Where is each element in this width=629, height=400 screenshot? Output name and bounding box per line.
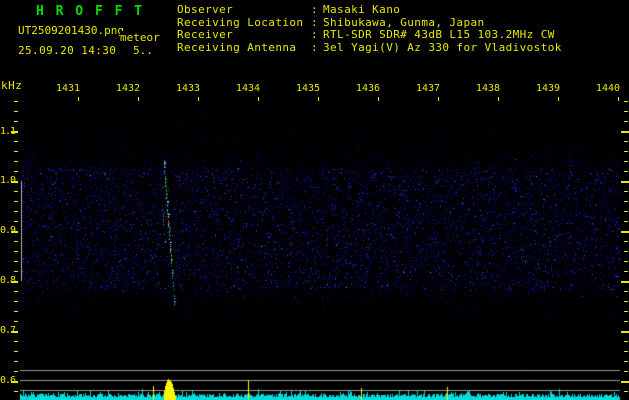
freq-tick-left <box>14 191 18 192</box>
freq-tick-left <box>11 231 18 233</box>
info-colon: : <box>311 3 319 16</box>
freq-tick-left <box>14 351 18 352</box>
freq-tick-label: 0.6 <box>0 375 16 386</box>
freq-tick-left <box>11 181 18 183</box>
info-label: Receiver <box>177 28 234 41</box>
freq-tick-label: 1.0 <box>0 175 16 186</box>
freq-tick-left <box>14 121 18 122</box>
freq-tick-left <box>14 221 18 222</box>
freq-tick-right <box>621 331 629 333</box>
freq-tick-label: 0.7 <box>0 325 16 336</box>
freq-tick-right <box>624 271 628 272</box>
freq-tick-left <box>14 241 18 242</box>
info-value: 3el Yagi(V) Az 330 for Vladivostok <box>323 40 562 54</box>
info-value: RTL-SDR SDR# 43dB L15 103.2MHz CW <box>323 28 555 41</box>
info-row: Observer: Masaki Kano <box>177 3 562 17</box>
progress-counter: 5.. <box>133 44 153 57</box>
freq-tick-right <box>624 171 628 172</box>
freq-tick-left <box>14 361 18 362</box>
freq-tick-right <box>624 371 628 372</box>
freq-tick-right <box>624 301 628 302</box>
time-tick-label: 1437 <box>416 83 441 94</box>
freq-tick-right <box>624 391 628 392</box>
freq-tick-left <box>11 381 18 383</box>
app-title: H R O F F T <box>36 4 145 19</box>
freq-tick-left <box>14 311 18 312</box>
time-tick-label: 1436 <box>356 83 381 94</box>
time-tick-label: 1439 <box>536 83 561 94</box>
freq-tick-left <box>14 111 18 112</box>
freq-tick-right <box>624 101 628 102</box>
khz-unit-label: kHz <box>1 79 23 92</box>
freq-tick-left <box>14 101 18 102</box>
freq-tick-label: 1.1 <box>0 126 16 137</box>
info-colon: : <box>311 40 319 54</box>
freq-tick-label: 0.9 <box>0 225 16 236</box>
freq-tick-right <box>624 201 628 202</box>
freq-tick-left <box>14 321 18 322</box>
freq-tick-right <box>624 121 628 122</box>
hrofft-screen: H R O F F T UT2509201430.png meteor 25.0… <box>0 0 629 400</box>
time-tick-label: 1438 <box>476 83 501 94</box>
freq-tick-left <box>14 261 18 262</box>
freq-tick-left <box>14 211 18 212</box>
freq-tick-left <box>14 141 18 142</box>
freq-tick-left <box>14 161 18 162</box>
freq-tick-right <box>624 351 628 352</box>
freq-tick-left <box>14 371 18 372</box>
time-tick-label: 1431 <box>56 83 81 94</box>
freq-tick-right <box>624 111 628 112</box>
info-row: Receiving Antenna:3el Yagi(V) Az 330 for… <box>177 40 562 55</box>
time-tick-label: 1440 <box>596 83 621 94</box>
info-colon: : <box>311 28 319 41</box>
freq-tick-right <box>624 211 628 212</box>
time-tick-label: 1434 <box>236 83 261 94</box>
freq-tick-right <box>624 261 628 262</box>
freq-tick-left <box>11 281 18 283</box>
info-value: Masaki Kano <box>323 3 401 16</box>
freq-tick-left <box>14 291 18 292</box>
freq-tick-right <box>624 321 628 322</box>
freq-tick-right <box>621 381 629 383</box>
freq-tick-left <box>14 341 18 342</box>
freq-tick-left <box>14 201 18 202</box>
freq-tick-left <box>14 271 18 272</box>
freq-tick-right <box>624 221 628 222</box>
freq-tick-left <box>14 171 18 172</box>
datetime-label: 25.09.20 14:30 <box>18 44 117 57</box>
time-tick-label: 1433 <box>176 83 201 94</box>
freq-tick-right <box>624 251 628 252</box>
spectrogram-canvas <box>20 97 622 400</box>
freq-tick-right <box>624 361 628 362</box>
info-row: Receiver: RTL-SDR SDR# 43dB L15 103.2MHz … <box>177 28 562 42</box>
freq-tick-right <box>624 151 628 152</box>
freq-tick-left <box>14 251 18 252</box>
freq-tick-left <box>11 331 18 333</box>
freq-tick-left <box>14 151 18 152</box>
time-tick-label: 1432 <box>116 83 141 94</box>
freq-tick-right <box>624 161 628 162</box>
info-label: Observer <box>177 3 234 16</box>
freq-tick-right <box>621 131 629 133</box>
freq-tick-right <box>624 191 628 192</box>
freq-tick-right <box>624 241 628 242</box>
output-filename: UT2509201430.png <box>18 24 124 37</box>
freq-tick-right <box>624 341 628 342</box>
freq-tick-left <box>14 391 18 392</box>
freq-tick-label: 0.8 <box>0 275 16 286</box>
freq-tick-right <box>624 141 628 142</box>
freq-tick-right <box>624 291 628 292</box>
freq-tick-right <box>621 231 629 233</box>
freq-tick-right <box>621 181 629 183</box>
freq-tick-right <box>621 281 629 283</box>
freq-tick-right <box>624 311 628 312</box>
time-tick-label: 1435 <box>296 83 321 94</box>
info-label: Receiving Antenna <box>177 40 297 54</box>
mode-label: meteor <box>120 31 162 44</box>
freq-tick-left <box>11 131 18 133</box>
station-info: Observer: Masaki Kano Receiving Location: S… <box>177 3 562 55</box>
freq-tick-left <box>14 301 18 302</box>
